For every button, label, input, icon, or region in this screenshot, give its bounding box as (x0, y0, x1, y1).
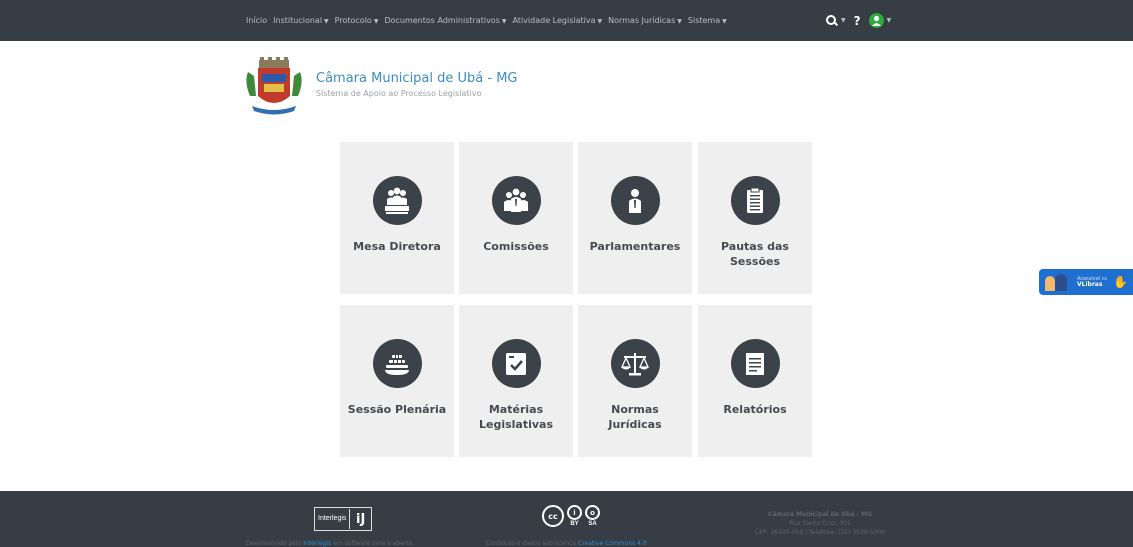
materias-icon (491, 339, 541, 388)
nav-atividade-label: Atividade Legislativa (512, 16, 596, 25)
footer-phone: CEP: 36500-059 | Telefone: (32) 3539-500… (755, 529, 885, 536)
caret-down-icon: ▼ (501, 18, 507, 25)
nav-documentos-label: Documentos Administrativos (384, 16, 500, 25)
footer-address: Rua Santa Cruz, 301 (789, 520, 851, 527)
vlibras-avatars-icon (1045, 273, 1071, 291)
tile-label: Relatórios (723, 403, 787, 416)
interlegis-mark-icon: iJ (356, 511, 366, 527)
vlibras-widget[interactable]: Acessível cc VLibras ✋ (1039, 269, 1133, 295)
tile-mesa-diretora[interactable]: Mesa Diretora (340, 142, 454, 294)
nav-atividade-legislativa[interactable]: Atividade Legislativa ▼ (512, 16, 602, 25)
top-navbar: Início Institucional ▼ Protocolo ▼ Documen… (0, 0, 1133, 41)
site-title[interactable]: Câmara Municipal de Ubá - MG (316, 71, 518, 86)
cc-by-label: BY (570, 521, 579, 527)
nav-normas-juridicas[interactable]: Normas Jurídicas ▼ (608, 16, 682, 25)
dev-suffix: em software livre e aberto. (333, 540, 415, 547)
caret-down-icon: ▼ (373, 18, 379, 25)
sessao-plenaria-icon (372, 339, 422, 388)
interlegis-link[interactable]: Interlegis (303, 540, 331, 547)
dev-prefix: Desenvolvido pelo (246, 540, 302, 547)
search-icon[interactable] (826, 14, 839, 27)
nav-institucional[interactable]: Institucional ▼ (273, 16, 329, 25)
caret-down-icon: ▼ (722, 18, 727, 25)
caret-down-icon: ▼ (597, 18, 603, 25)
search-caret-icon: ▼ (841, 17, 846, 24)
comissoes-icon (491, 176, 541, 225)
tile-label: Normas Jurídicas (608, 403, 662, 431)
tile-materias-legislativas[interactable]: Matérias Legislativas (459, 305, 573, 457)
nav-normas-label: Normas Jurídicas (608, 16, 676, 25)
license-prefix: Conteúdo e dados sob licença (486, 540, 577, 547)
user-caret-icon: ▼ (886, 17, 892, 24)
footer-contact: Câmara Municipal de Ubá - MG Rua Santa C… (740, 510, 900, 537)
nav-inicio-label: Início (246, 16, 268, 25)
main-nav: Início Institucional ▼ Protocolo ▼ Documen… (246, 0, 733, 41)
tile-pautas-das-sessoes[interactable]: Pautas das Sessões (698, 142, 812, 294)
tile-label: Pautas das Sessões (721, 240, 789, 268)
interlegis-logo[interactable]: Interlegis iJ (314, 507, 372, 531)
cc-sa-label: SA (588, 521, 597, 527)
site-subtitle: Sistema de Apoio ao Processo Legislativo (316, 89, 482, 98)
nav-sistema-label: Sistema (687, 16, 721, 25)
share-alike-icon: o (585, 505, 600, 520)
normas-icon (610, 339, 660, 388)
footer-license: Conteúdo e dados sob licença Creative Co… (486, 540, 647, 547)
by-person-icon: i (567, 505, 582, 520)
vlibras-text: Acessível cc VLibras (1077, 276, 1107, 288)
tile-label: Sessão Plenária (347, 403, 447, 416)
mesa-diretora-icon (372, 176, 422, 225)
tile-comissoes[interactable]: Comissões (459, 142, 573, 294)
help-icon[interactable]: ? (854, 14, 861, 28)
hand-icon: ✋ (1113, 275, 1129, 289)
tile-normas-juridicas[interactable]: Normas Jurídicas (578, 305, 692, 457)
tile-label: Mesa Diretora (353, 240, 441, 253)
creative-commons-logo[interactable]: cc i BY o SA (542, 505, 600, 527)
tile-label: Comissões (483, 240, 549, 253)
creative-commons-link[interactable]: Creative Commons 4.0 (578, 540, 647, 547)
cc-by-badge: i BY (567, 505, 582, 527)
footer-org-name: Câmara Municipal de Ubá - MG (768, 511, 872, 518)
caret-down-icon: ▼ (324, 18, 329, 25)
nav-protocolo[interactable]: Protocolo ▼ (335, 16, 379, 25)
tile-relatorios[interactable]: Relatórios (698, 305, 812, 457)
nav-inicio[interactable]: Início (246, 16, 267, 25)
nav-sistema[interactable]: Sistema ▼ (688, 16, 727, 25)
caret-down-icon: ▼ (677, 18, 682, 25)
interlegis-word: Interlegis (315, 509, 351, 529)
pautas-icon (730, 176, 780, 225)
tile-parlamentares[interactable]: Parlamentares (578, 142, 692, 294)
tile-label: Matérias Legislativas (478, 403, 554, 431)
cc-icon: cc (542, 505, 564, 527)
cc-sa-badge: o SA (585, 505, 600, 527)
parlamentares-icon (610, 176, 660, 225)
footer-developed-by: Desenvolvido pelo Interlegis em software… (246, 540, 414, 547)
nav-tools: ▼ ? ▼ (826, 0, 891, 41)
vlibras-line2: VLibras (1077, 281, 1103, 288)
nav-documentos-administrativos[interactable]: Documentos Administrativos ▼ (384, 16, 506, 25)
nav-institucional-label: Institucional (273, 16, 323, 25)
city-crest-logo[interactable] (244, 56, 304, 120)
user-avatar-icon[interactable] (868, 13, 884, 28)
tile-sessao-plenaria[interactable]: Sessão Plenária (340, 305, 454, 457)
nav-protocolo-label: Protocolo (334, 16, 372, 25)
tile-label: Parlamentares (589, 240, 681, 253)
relatorios-icon (730, 339, 780, 388)
